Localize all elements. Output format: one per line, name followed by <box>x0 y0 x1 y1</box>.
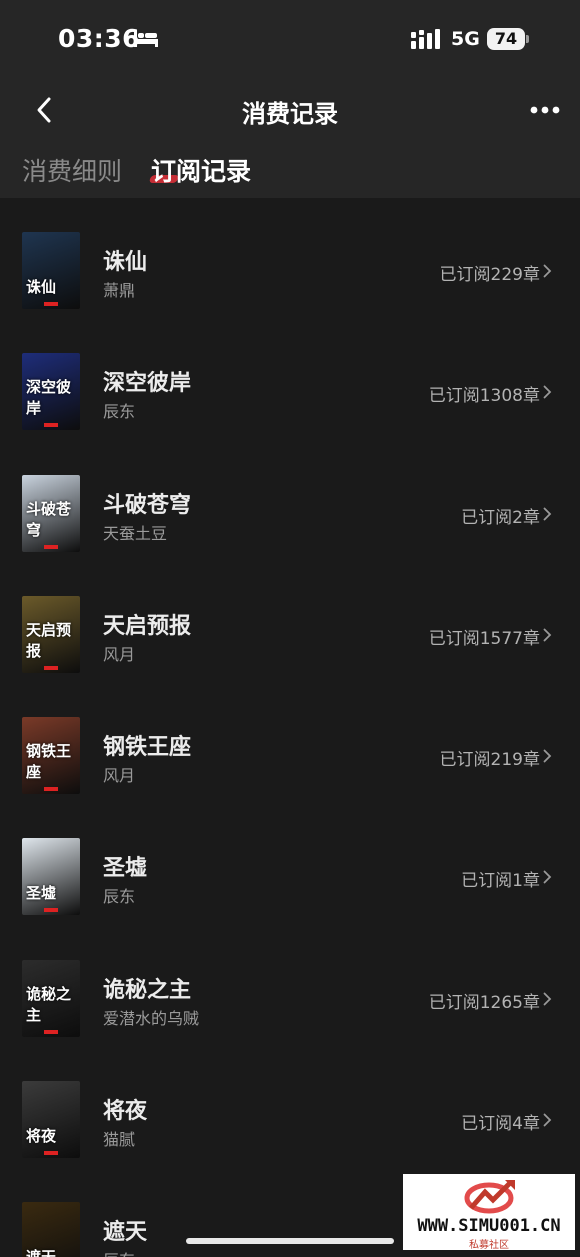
book-author: 辰东 <box>103 1247 135 1257</box>
book-author: 爱潜水的乌贼 <box>103 1008 200 1028</box>
book-title: 诡秘之主 <box>103 977 192 1003</box>
battery-tip <box>526 35 529 43</box>
cover-title-text: 遮天 <box>26 1246 56 1257</box>
list-item[interactable]: 斗破苍穹 斗破苍穹天蚕土豆 已订阅2章 <box>0 441 580 562</box>
book-title: 斗破苍穹 <box>103 492 192 518</box>
chevron-right-icon <box>543 385 552 399</box>
subscribed-chapters: 已订阅229章 <box>439 265 540 285</box>
publisher-stamp <box>44 908 58 913</box>
chevron-right-icon <box>543 871 552 884</box>
publisher-stamp <box>44 423 58 428</box>
publisher-stamp <box>44 302 58 306</box>
book-title: 诛仙 <box>103 250 148 275</box>
book-cover[interactable]: 天启预报 <box>22 595 80 673</box>
cover-title-text: 斗破苍穹 <box>26 499 72 539</box>
cover-title-text: 钢铁王座 <box>26 742 72 782</box>
book-cover[interactable]: 将夜 <box>22 1081 80 1159</box>
publisher-stamp <box>44 1029 58 1034</box>
subscribed-chapters: 已订阅4章 <box>461 1114 540 1135</box>
list-item[interactable]: 诛仙 诛仙 萧鼎 已订阅229章 <box>0 198 580 319</box>
watermark-logo-icon <box>464 1180 515 1214</box>
book-cover[interactable]: 斗破苍穹 <box>22 474 80 552</box>
battery-level: 74 <box>494 29 518 48</box>
book-title: 遮天 <box>103 1220 148 1246</box>
book-cover[interactable]: 诡秘之主 <box>22 959 80 1037</box>
list-item[interactable]: 天启预报 天启预报风月 已订阅1577章 <box>0 562 580 683</box>
subscribed-chapters: 已订阅1265章 <box>428 992 540 1013</box>
book-author: 猫腻 <box>103 1130 136 1150</box>
subscribed-chapters: 已订阅1章 <box>461 871 540 892</box>
publisher-stamp <box>44 544 58 549</box>
cover-title-text: 诛仙 <box>26 278 57 296</box>
subscription-list: 诛仙 诛仙 萧鼎 已订阅229章 深空彼岸 深空彼岸 辰东 已订阅1308章 斗破苍穹 斗破苍穹天… <box>0 198 580 1257</box>
subscribed-chapters: 已订阅1308章 <box>428 386 540 407</box>
list-item[interactable]: 深空彼岸 深空彼岸辰东 已订阅1308章 <box>0 319 580 440</box>
chevron-right-icon <box>543 749 552 763</box>
more-options-icon[interactable] <box>530 105 560 115</box>
book-cover[interactable]: 遮天 <box>22 1202 80 1257</box>
cover-title-text: 深空彼岸 <box>26 378 72 418</box>
tab-consumption-details[interactable]: 消费细则 <box>22 152 122 188</box>
subscribed-chapters: 已订阅2章 <box>461 507 540 528</box>
book-author: 辰东 <box>103 402 136 422</box>
sleep-focus-icon <box>134 32 158 47</box>
list-item[interactable]: 圣墟 圣墟 辰东 已订阅1章 <box>0 804 580 925</box>
tab-bar: 消费细则 订阅记录 <box>0 140 580 198</box>
cover-title-text: 天启预报 <box>26 620 72 660</box>
chevron-right-icon <box>543 992 552 1006</box>
home-indicator[interactable] <box>186 1238 394 1244</box>
publisher-stamp <box>44 787 58 792</box>
book-author: 萧鼎 <box>103 281 136 300</box>
book-cover[interactable]: 圣墟 <box>22 838 80 916</box>
cellular-signal-icon <box>411 29 440 49</box>
subscribed-chapters: 已订阅1577章 <box>428 628 540 649</box>
list-item[interactable]: 将夜 将夜 猫腻 已订阅4章 <box>0 1047 580 1168</box>
book-cover[interactable]: 深空彼岸 <box>22 353 80 431</box>
book-author: 风月 <box>103 644 136 664</box>
list-item[interactable]: 钢铁王座 钢铁王座风月 已订阅219章 <box>0 683 580 804</box>
cover-title-text: 圣墟 <box>26 884 57 903</box>
list-item[interactable]: 诡秘之主 诡秘之主爱潜水的乌贼 已订阅1265章 <box>0 926 580 1047</box>
watermark-text: WWW.SIMU001.CN <box>417 1216 561 1236</box>
publisher-stamp <box>44 1151 58 1156</box>
chevron-right-icon <box>543 1113 552 1127</box>
book-cover[interactable]: 诛仙 <box>22 232 80 309</box>
cover-title-text: 诡秘之主 <box>26 984 72 1024</box>
book-author: 天蚕土豆 <box>103 523 168 543</box>
subscribed-chapters: 已订阅219章 <box>439 750 540 771</box>
book-title: 钢铁王座 <box>103 735 192 761</box>
status-bar: 03:36 5G 74 <box>0 0 580 80</box>
status-time: 03:36 <box>58 24 141 53</box>
network-type: 5G <box>451 28 480 50</box>
chevron-right-icon <box>543 264 552 278</box>
publisher-stamp <box>44 665 58 670</box>
book-title: 将夜 <box>103 1099 148 1125</box>
battery-icon: 74 <box>487 28 525 50</box>
watermark: WWW.SIMU001.CN 私募社区 <box>403 1174 575 1251</box>
book-cover[interactable]: 钢铁王座 <box>22 717 80 795</box>
book-title: 天启预报 <box>103 613 192 639</box>
watermark-subtext: 私募社区 <box>469 1240 509 1251</box>
chevron-right-icon <box>543 628 552 642</box>
navigation-bar: 消费记录 <box>0 80 580 140</box>
tab-subscription-records[interactable]: 订阅记录 <box>151 152 251 188</box>
book-author: 风月 <box>103 766 136 786</box>
cover-title-text: 将夜 <box>26 1127 57 1146</box>
page-title: 消费记录 <box>242 100 338 128</box>
book-title: 深空彼岸 <box>103 371 192 397</box>
book-author: 辰东 <box>103 887 136 907</box>
book-title: 圣墟 <box>103 856 148 882</box>
chevron-right-icon <box>543 507 552 520</box>
